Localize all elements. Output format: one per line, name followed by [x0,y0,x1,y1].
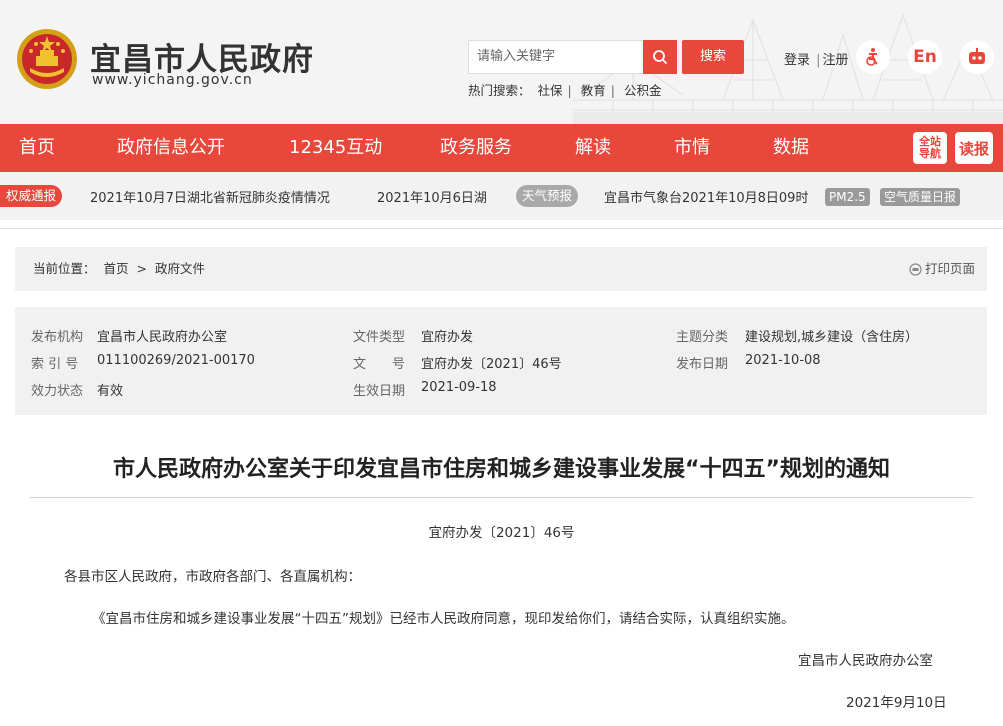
ticker-news-item[interactable]: 2021年10月6日湖 [377,187,489,206]
search-icon[interactable] [643,40,677,74]
title-divider [30,497,973,498]
meta-topic-key: 主题分类 [676,330,729,345]
nav-item-info-disclosure[interactable]: 政府信息公开 [117,124,225,172]
robot-icon[interactable] [960,40,994,74]
english-button[interactable]: En [908,40,942,74]
site-url[interactable]: www.yichang.gov.cn [92,72,253,88]
ticker-news-item[interactable]: 2021年10月7日湖北省新冠肺炎疫情情况 [90,187,360,206]
accessibility-icon[interactable] [856,40,890,74]
search-input[interactable]: 请输入关键字 [468,40,644,74]
hot-search-label: 热门搜索： [468,83,531,98]
print-button[interactable]: 打印页面 [909,247,975,291]
air-quality-badge[interactable]: 空气质量日报 [880,188,961,206]
pm25-badge[interactable]: PM2.5 [825,188,870,206]
national-emblem-logo [17,29,77,89]
hot-search-item[interactable]: 公积金 [624,83,662,98]
nav-item-12345[interactable]: 12345互动 [289,124,382,172]
breadcrumb-current[interactable]: 政府文件 [155,261,205,276]
nav-item-city-info[interactable]: 市情 [674,124,710,172]
weather-forecast-text[interactable]: 宜昌市气象台2021年10月8日09时 [604,187,818,206]
meta-type-key: 文件类型 [353,330,406,345]
site-header: 宜昌市人民政府 www.yichang.gov.cn 请输入关键字 搜索 热门搜… [0,0,1003,124]
document-title: 市人民政府办公室关于印发宜昌市住房和城乡建设事业发展“十四五”规划的通知 [113,457,890,482]
login-register: 登录 | 注册 [784,49,849,68]
meta-pubdate-value: 2021-10-08 [745,353,821,368]
login-link[interactable]: 登录 [784,53,810,68]
meta-topic-value: 建设规划,城乡建设（含住房） [745,330,919,345]
breadcrumb-separator: > [136,261,147,276]
document-number: 宜府办发〔2021〕46号 [428,525,575,541]
nav-item-home[interactable]: 首页 [19,124,55,172]
meta-status-key: 效力状态 [31,384,84,399]
breadcrumb-label: 当前位置： [33,261,96,276]
meta-status-value: 有效 [97,384,124,399]
weather-tag: 天气预报 [516,185,579,207]
meta-publisher-value: 宜昌市人民政府办公室 [97,330,228,345]
signing-date: 2021年9月10日 [846,695,947,711]
meta-effective-key: 生效日期 [353,384,406,399]
nav-item-services[interactable]: 政务服务 [440,124,512,172]
signer: 宜昌市人民政府办公室 [798,653,933,669]
news-ticker: 权威通报 2021年10月7日湖北省新冠肺炎疫情情况 2021年10月6日湖 天… [0,172,1003,220]
print-label: 打印页面 [924,261,975,276]
breadcrumb-home[interactable]: 首页 [104,261,129,276]
hot-search: 热门搜索： 社保 | 教育 | 公积金 [468,83,662,98]
meta-index-key: 索 引 号 [31,357,79,372]
meta-docno-key: 文 号 [353,357,406,372]
search-button[interactable]: 搜索 [682,40,744,74]
divider: | [816,53,821,68]
meta-type-value: 宜府办发 [421,330,474,345]
printer-icon [909,262,922,276]
hot-search-item[interactable]: 社保 [538,83,563,98]
meta-index-value: 011100269/2021-00170 [97,353,255,368]
breadcrumb: 当前位置： 首页 > 政府文件 打印页面 [15,247,987,291]
register-link[interactable]: 注册 [823,53,849,68]
sitemap-button[interactable]: 全站导航 [913,132,947,164]
body-paragraph: 《宜昌市住房和城乡建设事业发展“十四五”规划》已经市人民政府同意，现印发给你们，… [92,611,795,627]
meta-pubdate-key: 发布日期 [676,357,729,372]
nav-item-data[interactable]: 数据 [773,124,809,172]
meta-docno-value: 宜府办发〔2021〕46号 [421,357,562,372]
meta-publisher-key: 发布机构 [31,330,84,345]
document-metadata: 发布机构 宜昌市人民政府办公室 索 引 号 011100269/2021-001… [15,307,987,415]
salutation: 各县市区人民政府，市政府各部门、各直属机构： [64,569,361,585]
nav-item-interpretation[interactable]: 解读 [575,124,611,172]
authority-bulletin-tag: 权威通报 [0,185,63,207]
main-content: 当前位置： 首页 > 政府文件 打印页面 发布机构 宜昌市人民政府办公室 索 引… [0,228,1003,726]
hot-search-item[interactable]: 教育 [581,83,606,98]
main-nav: 首页 政府信息公开 12345互动 政务服务 解读 市情 数据 全站导航 读报 [0,124,1003,172]
read-newspaper-button[interactable]: 读报 [955,132,993,164]
meta-effective-value: 2021-09-18 [421,380,497,395]
